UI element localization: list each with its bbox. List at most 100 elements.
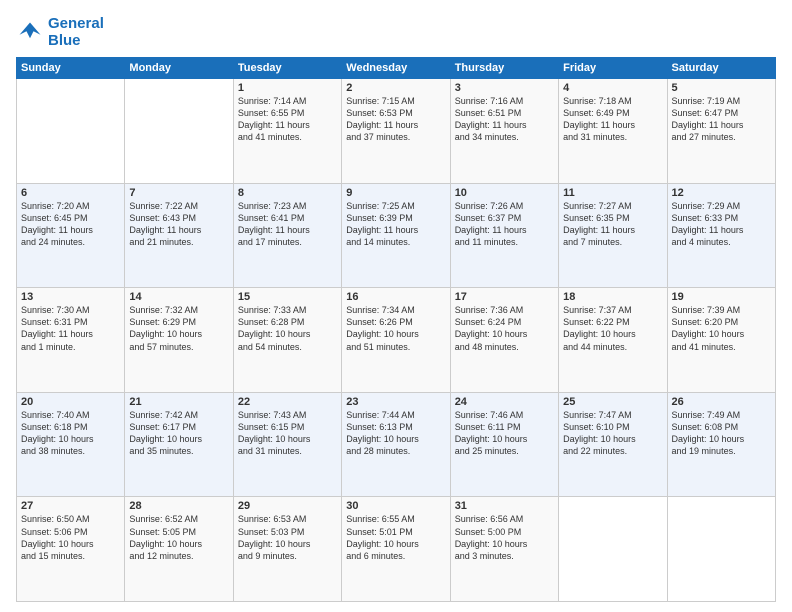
calendar-day-16: 16Sunrise: 7:34 AM Sunset: 6:26 PM Dayli… xyxy=(342,288,450,393)
day-info: Sunrise: 7:14 AM Sunset: 6:55 PM Dayligh… xyxy=(238,95,337,144)
calendar-header-saturday: Saturday xyxy=(667,58,775,79)
day-info: Sunrise: 6:56 AM Sunset: 5:00 PM Dayligh… xyxy=(455,513,554,562)
calendar-empty-cell xyxy=(559,497,667,602)
calendar-header-thursday: Thursday xyxy=(450,58,558,79)
calendar-empty-cell xyxy=(125,79,233,184)
day-number: 25 xyxy=(563,396,662,408)
day-number: 21 xyxy=(129,396,228,408)
day-number: 9 xyxy=(346,187,445,199)
day-info: Sunrise: 7:47 AM Sunset: 6:10 PM Dayligh… xyxy=(563,409,662,458)
calendar-empty-cell xyxy=(667,497,775,602)
day-number: 18 xyxy=(563,291,662,303)
calendar-day-28: 28Sunrise: 6:52 AM Sunset: 5:05 PM Dayli… xyxy=(125,497,233,602)
day-info: Sunrise: 7:40 AM Sunset: 6:18 PM Dayligh… xyxy=(21,409,120,458)
calendar-day-12: 12Sunrise: 7:29 AM Sunset: 6:33 PM Dayli… xyxy=(667,183,775,288)
calendar-day-5: 5Sunrise: 7:19 AM Sunset: 6:47 PM Daylig… xyxy=(667,79,775,184)
day-info: Sunrise: 7:36 AM Sunset: 6:24 PM Dayligh… xyxy=(455,304,554,353)
day-number: 30 xyxy=(346,500,445,512)
calendar-week-row: 27Sunrise: 6:50 AM Sunset: 5:06 PM Dayli… xyxy=(17,497,776,602)
day-number: 16 xyxy=(346,291,445,303)
day-number: 11 xyxy=(563,187,662,199)
day-number: 15 xyxy=(238,291,337,303)
calendar-day-18: 18Sunrise: 7:37 AM Sunset: 6:22 PM Dayli… xyxy=(559,288,667,393)
calendar-day-9: 9Sunrise: 7:25 AM Sunset: 6:39 PM Daylig… xyxy=(342,183,450,288)
calendar-day-4: 4Sunrise: 7:18 AM Sunset: 6:49 PM Daylig… xyxy=(559,79,667,184)
calendar-day-27: 27Sunrise: 6:50 AM Sunset: 5:06 PM Dayli… xyxy=(17,497,125,602)
day-info: Sunrise: 7:15 AM Sunset: 6:53 PM Dayligh… xyxy=(346,95,445,144)
calendar-day-13: 13Sunrise: 7:30 AM Sunset: 6:31 PM Dayli… xyxy=(17,288,125,393)
day-info: Sunrise: 7:19 AM Sunset: 6:47 PM Dayligh… xyxy=(672,95,771,144)
day-info: Sunrise: 7:46 AM Sunset: 6:11 PM Dayligh… xyxy=(455,409,554,458)
day-number: 23 xyxy=(346,396,445,408)
day-info: Sunrise: 7:30 AM Sunset: 6:31 PM Dayligh… xyxy=(21,304,120,353)
day-info: Sunrise: 7:29 AM Sunset: 6:33 PM Dayligh… xyxy=(672,200,771,249)
day-number: 28 xyxy=(129,500,228,512)
day-info: Sunrise: 6:50 AM Sunset: 5:06 PM Dayligh… xyxy=(21,513,120,562)
calendar-header-friday: Friday xyxy=(559,58,667,79)
calendar-header-tuesday: Tuesday xyxy=(233,58,341,79)
day-number: 29 xyxy=(238,500,337,512)
day-info: Sunrise: 7:18 AM Sunset: 6:49 PM Dayligh… xyxy=(563,95,662,144)
day-number: 5 xyxy=(672,82,771,94)
day-info: Sunrise: 7:27 AM Sunset: 6:35 PM Dayligh… xyxy=(563,200,662,249)
calendar-day-8: 8Sunrise: 7:23 AM Sunset: 6:41 PM Daylig… xyxy=(233,183,341,288)
calendar-day-6: 6Sunrise: 7:20 AM Sunset: 6:45 PM Daylig… xyxy=(17,183,125,288)
day-number: 12 xyxy=(672,187,771,199)
calendar-day-3: 3Sunrise: 7:16 AM Sunset: 6:51 PM Daylig… xyxy=(450,79,558,184)
day-info: Sunrise: 7:49 AM Sunset: 6:08 PM Dayligh… xyxy=(672,409,771,458)
calendar-day-24: 24Sunrise: 7:46 AM Sunset: 6:11 PM Dayli… xyxy=(450,392,558,497)
day-number: 4 xyxy=(563,82,662,94)
day-info: Sunrise: 7:42 AM Sunset: 6:17 PM Dayligh… xyxy=(129,409,228,458)
day-number: 24 xyxy=(455,396,554,408)
calendar-day-31: 31Sunrise: 6:56 AM Sunset: 5:00 PM Dayli… xyxy=(450,497,558,602)
calendar-header-monday: Monday xyxy=(125,58,233,79)
day-number: 10 xyxy=(455,187,554,199)
day-number: 2 xyxy=(346,82,445,94)
calendar-week-row: 1Sunrise: 7:14 AM Sunset: 6:55 PM Daylig… xyxy=(17,79,776,184)
logo-text-line2: Blue xyxy=(48,33,104,50)
calendar-day-2: 2Sunrise: 7:15 AM Sunset: 6:53 PM Daylig… xyxy=(342,79,450,184)
day-info: Sunrise: 7:44 AM Sunset: 6:13 PM Dayligh… xyxy=(346,409,445,458)
calendar-day-25: 25Sunrise: 7:47 AM Sunset: 6:10 PM Dayli… xyxy=(559,392,667,497)
day-info: Sunrise: 7:25 AM Sunset: 6:39 PM Dayligh… xyxy=(346,200,445,249)
calendar-header-sunday: Sunday xyxy=(17,58,125,79)
calendar-header-wednesday: Wednesday xyxy=(342,58,450,79)
day-number: 8 xyxy=(238,187,337,199)
calendar-day-26: 26Sunrise: 7:49 AM Sunset: 6:08 PM Dayli… xyxy=(667,392,775,497)
calendar-day-14: 14Sunrise: 7:32 AM Sunset: 6:29 PM Dayli… xyxy=(125,288,233,393)
logo: General Blue xyxy=(16,16,104,49)
logo-text-line1: General xyxy=(48,16,104,33)
day-info: Sunrise: 7:23 AM Sunset: 6:41 PM Dayligh… xyxy=(238,200,337,249)
day-number: 1 xyxy=(238,82,337,94)
header: General Blue xyxy=(16,16,776,49)
day-number: 3 xyxy=(455,82,554,94)
calendar-day-23: 23Sunrise: 7:44 AM Sunset: 6:13 PM Dayli… xyxy=(342,392,450,497)
calendar-day-15: 15Sunrise: 7:33 AM Sunset: 6:28 PM Dayli… xyxy=(233,288,341,393)
calendar-day-22: 22Sunrise: 7:43 AM Sunset: 6:15 PM Dayli… xyxy=(233,392,341,497)
calendar-week-row: 20Sunrise: 7:40 AM Sunset: 6:18 PM Dayli… xyxy=(17,392,776,497)
calendar-week-row: 6Sunrise: 7:20 AM Sunset: 6:45 PM Daylig… xyxy=(17,183,776,288)
day-number: 6 xyxy=(21,187,120,199)
calendar-day-7: 7Sunrise: 7:22 AM Sunset: 6:43 PM Daylig… xyxy=(125,183,233,288)
day-number: 20 xyxy=(21,396,120,408)
day-info: Sunrise: 7:16 AM Sunset: 6:51 PM Dayligh… xyxy=(455,95,554,144)
day-info: Sunrise: 7:26 AM Sunset: 6:37 PM Dayligh… xyxy=(455,200,554,249)
calendar-empty-cell xyxy=(17,79,125,184)
day-number: 17 xyxy=(455,291,554,303)
day-number: 22 xyxy=(238,396,337,408)
day-number: 26 xyxy=(672,396,771,408)
day-number: 13 xyxy=(21,291,120,303)
calendar-day-1: 1Sunrise: 7:14 AM Sunset: 6:55 PM Daylig… xyxy=(233,79,341,184)
day-number: 14 xyxy=(129,291,228,303)
calendar-week-row: 13Sunrise: 7:30 AM Sunset: 6:31 PM Dayli… xyxy=(17,288,776,393)
day-info: Sunrise: 6:53 AM Sunset: 5:03 PM Dayligh… xyxy=(238,513,337,562)
day-info: Sunrise: 7:22 AM Sunset: 6:43 PM Dayligh… xyxy=(129,200,228,249)
calendar-day-20: 20Sunrise: 7:40 AM Sunset: 6:18 PM Dayli… xyxy=(17,392,125,497)
calendar-table: SundayMondayTuesdayWednesdayThursdayFrid… xyxy=(16,57,776,602)
calendar-header-row: SundayMondayTuesdayWednesdayThursdayFrid… xyxy=(17,58,776,79)
day-info: Sunrise: 6:52 AM Sunset: 5:05 PM Dayligh… xyxy=(129,513,228,562)
calendar-day-11: 11Sunrise: 7:27 AM Sunset: 6:35 PM Dayli… xyxy=(559,183,667,288)
day-info: Sunrise: 7:20 AM Sunset: 6:45 PM Dayligh… xyxy=(21,200,120,249)
day-number: 19 xyxy=(672,291,771,303)
day-number: 7 xyxy=(129,187,228,199)
